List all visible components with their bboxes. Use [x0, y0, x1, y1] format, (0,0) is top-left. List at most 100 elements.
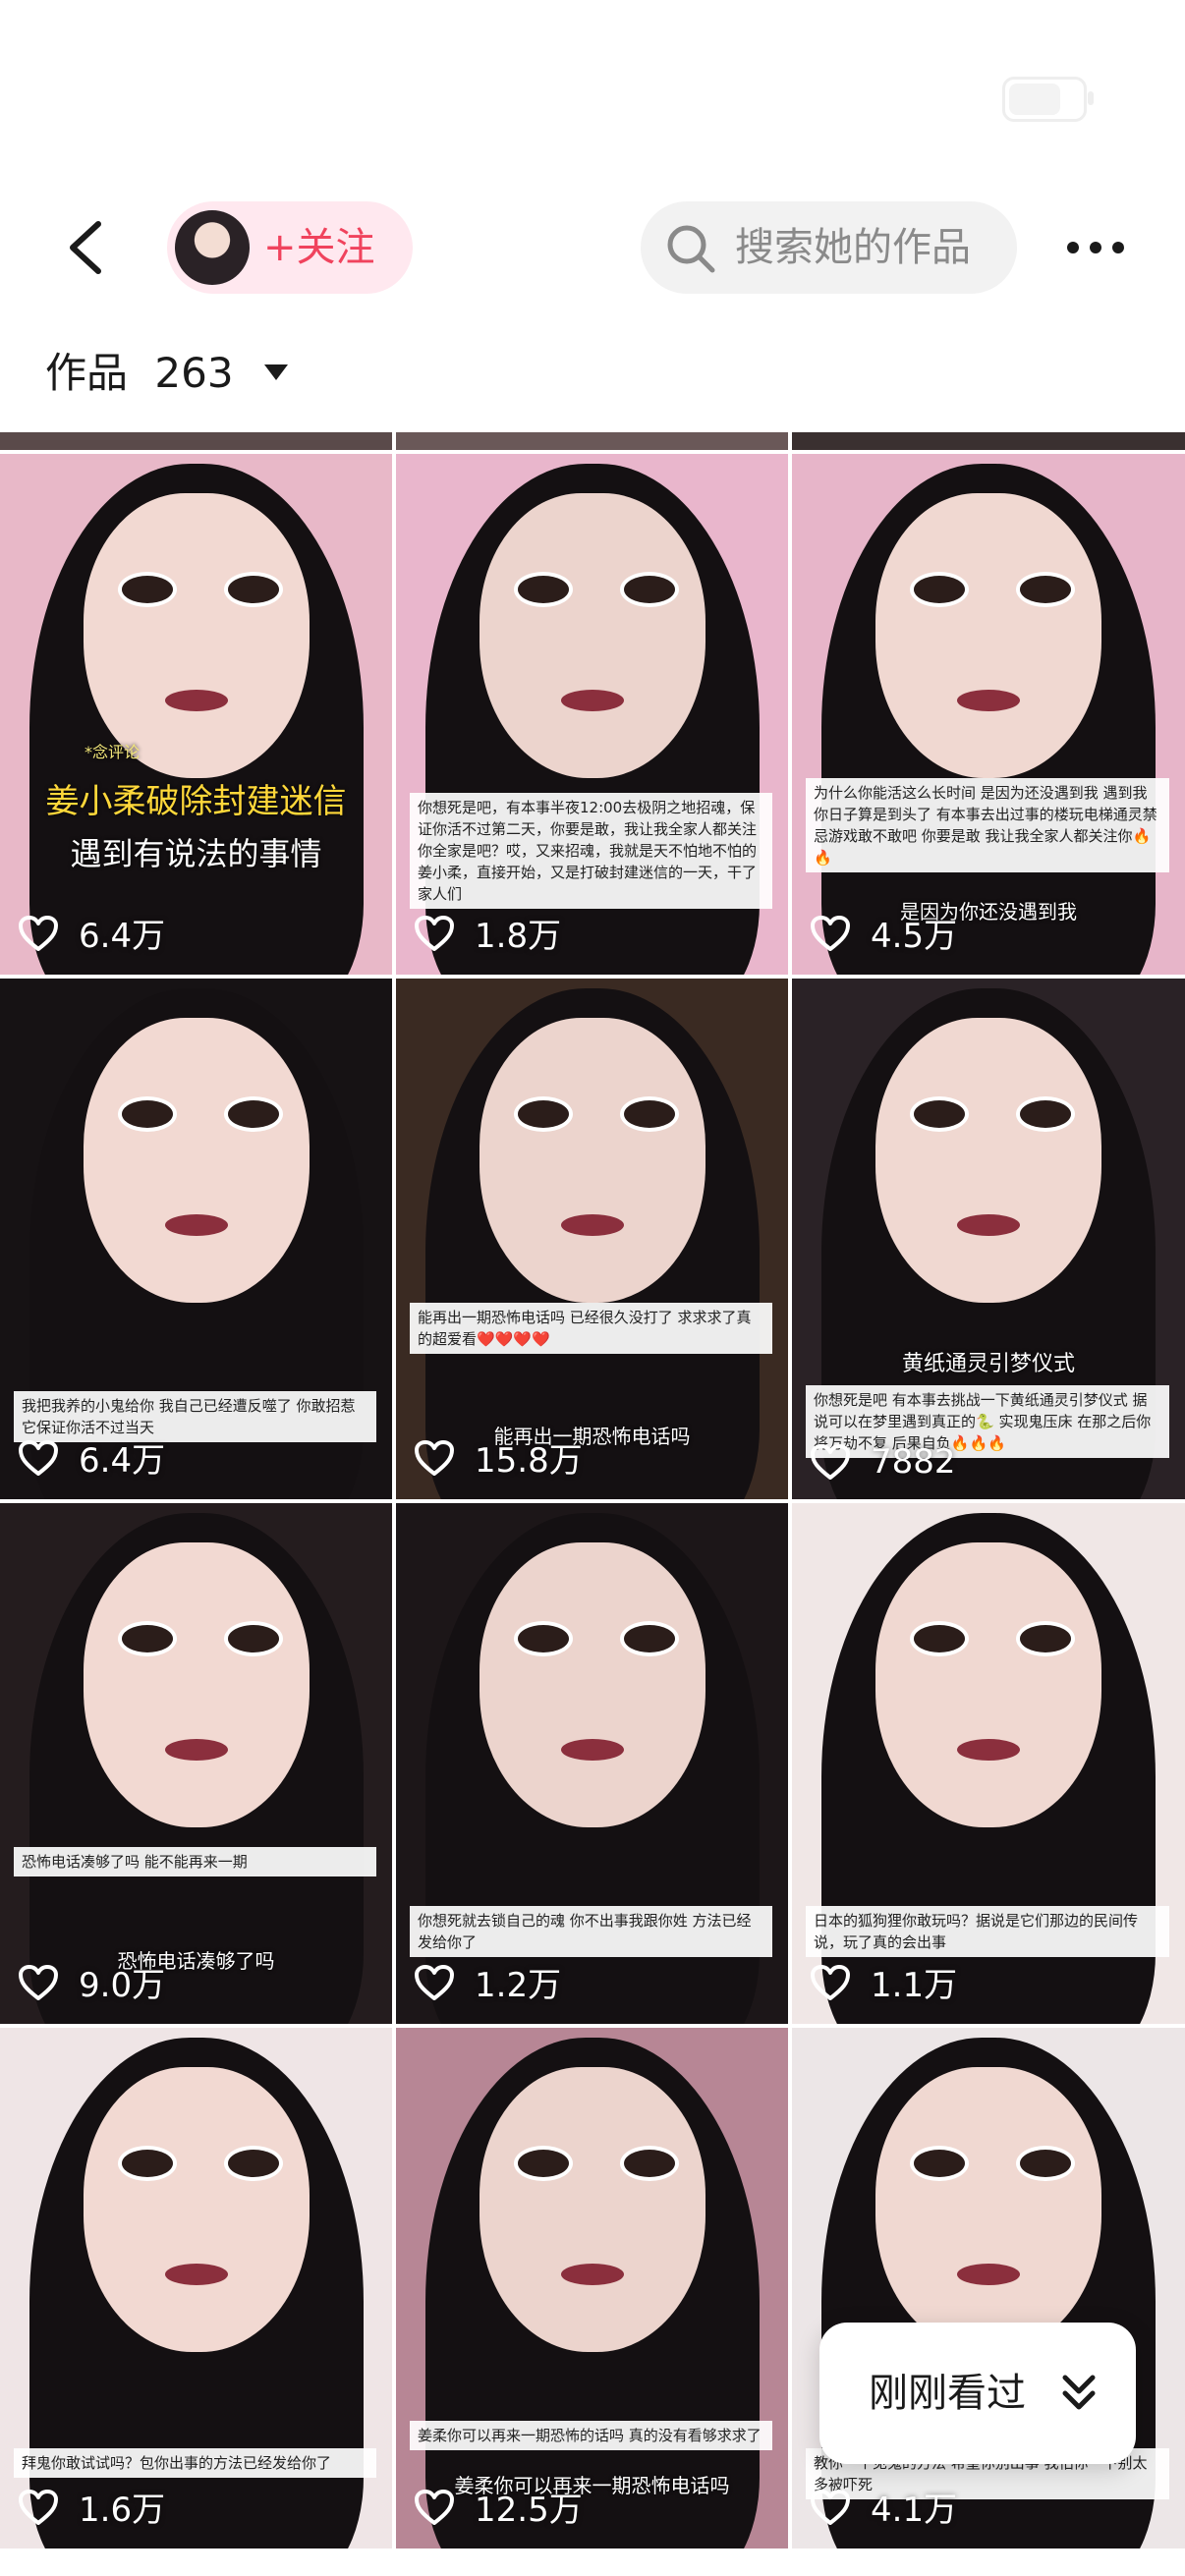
works-grid: *念评论姜小柔破除封建迷信 遇到有说法的事情 6.4万 你想死是吧，有本事半夜12:0… — [0, 432, 1185, 2576]
works-count: 263 — [154, 349, 234, 397]
works-label: 作品 — [45, 349, 129, 397]
heart-icon — [415, 1439, 454, 1476]
like-count-value: 4.5万 — [871, 917, 958, 956]
back-button[interactable] — [59, 218, 118, 277]
caption-text: 拜鬼你敢试试吗？包你出事的方法已经发给你了 — [14, 2448, 376, 2478]
thumbnail-lips — [560, 690, 624, 711]
thumbnail-face — [479, 2067, 705, 2352]
thumbnail-eye — [117, 1621, 177, 1656]
thumbnail-face — [479, 493, 705, 778]
work-tile[interactable]: 你想死是吧，有本事半夜12:00去极阴之地招魂，保证你活不过第二天，你要是敢，我… — [396, 454, 788, 975]
thumbnail-eye — [910, 1096, 969, 1132]
thumbnail-face — [83, 493, 310, 778]
grid-partial-row — [792, 432, 1185, 450]
heart-icon — [811, 1964, 850, 2000]
work-tile[interactable]: 拜鬼你敢试试吗？包你出事的方法已经发给你了 1.6万 — [0, 2028, 392, 2548]
like-count-value: 9.0万 — [79, 1966, 166, 2005]
thumbnail-eye — [910, 2146, 969, 2181]
thumbnail-face — [83, 1542, 310, 1827]
thumbnail-lips — [957, 1214, 1020, 1236]
thumbnail-lips — [560, 1739, 624, 1761]
like-count: 12.5万 — [414, 2483, 583, 2531]
thumbnail-eye — [117, 1096, 177, 1132]
caption-subtitle: 遇到有说法的事情 — [70, 835, 322, 872]
thumbnail-eye — [513, 2146, 573, 2181]
heart-icon — [19, 2489, 58, 2525]
like-count: 1.6万 — [18, 2483, 165, 2531]
thumbnail-eye — [619, 1096, 679, 1132]
search-placeholder[interactable]: 搜索她的作品 — [735, 218, 971, 277]
caption-title: 姜小柔破除封建迷信 — [45, 782, 347, 821]
like-count: 7882 — [810, 1442, 956, 1482]
like-count-value: 1.6万 — [79, 2491, 166, 2530]
like-count-value: 6.4万 — [79, 1441, 166, 1481]
heart-icon — [19, 1439, 58, 1476]
like-count-value: 12.5万 — [475, 2491, 583, 2530]
caret-down-icon — [263, 364, 288, 380]
thumbnail-face — [83, 1018, 310, 1303]
thumbnail-eye — [619, 2146, 679, 2181]
work-tile[interactable]: 你想死就去锁自己的魂 你不出事我跟你姓 方法已经发给你了 1.2万 — [396, 1503, 788, 2024]
work-tile[interactable]: 恐怖电话凑够了吗 能不能再来一期 恐怖电话凑够了吗 9.0万 — [0, 1503, 392, 2024]
thumbnail-lips — [957, 1739, 1020, 1761]
thumbnail-face — [875, 2067, 1101, 2352]
thumbnail-lips — [560, 1214, 624, 1236]
like-count: 6.4万 — [18, 1433, 165, 1482]
thumbnail-face — [479, 1018, 705, 1303]
thumbnail-lips — [560, 2264, 624, 2285]
thumbnail-eye — [117, 572, 177, 607]
work-tile[interactable]: 为什么你能活这么长时间 是因为还没遇到我 遇到我你日子算是到头了 有本事去出过事… — [792, 454, 1185, 975]
thumbnail-eye — [223, 2146, 283, 2181]
like-count: 9.0万 — [18, 1958, 165, 2006]
heart-icon — [415, 2489, 454, 2525]
work-tile[interactable]: 教你一个见鬼的方法 希望你别出事 我怕你一下别太多被吓死4.1万 — [792, 2028, 1185, 2548]
like-count: 15.8万 — [414, 1433, 583, 1482]
thumbnail-eye — [223, 1096, 283, 1132]
heart-icon — [415, 915, 454, 951]
battery-icon — [1002, 77, 1094, 122]
avatar[interactable] — [175, 210, 250, 285]
follow-label[interactable]: +关注 — [263, 218, 375, 277]
work-tile[interactable]: 能再出一期恐怖电话吗 已经很久没打了 求求求了真的超爱看❤️❤️❤️❤️ 能再出一… — [396, 979, 788, 1499]
like-count-value: 4.1万 — [871, 2491, 958, 2530]
like-count-value: 6.4万 — [79, 917, 166, 956]
caption-small: *念评论 — [85, 743, 141, 761]
caption-text: 恐怖电话凑够了吗 能不能再来一期 — [14, 1847, 376, 1876]
thumbnail-lips — [957, 2264, 1020, 2285]
thumbnail-eye — [223, 1621, 283, 1656]
heart-icon — [811, 2489, 850, 2525]
thumbnail-lips — [957, 690, 1020, 711]
thumbnail-lips — [164, 1214, 228, 1236]
recently-viewed-label[interactable]: 刚刚看过 — [869, 2362, 1026, 2425]
thumbnail-lips — [164, 2264, 228, 2285]
like-count: 4.1万 — [810, 2483, 957, 2531]
caption-text: 姜柔你可以再来一期恐怖的话吗 真的没有看够求求了 — [410, 2421, 772, 2450]
thumbnail-eye — [223, 572, 283, 607]
thumbnail-eye — [619, 572, 679, 607]
heart-icon — [811, 915, 850, 951]
like-count-value: 1.2万 — [475, 1966, 562, 2005]
work-tile[interactable]: 我把我养的小鬼给你 我自己已经遭反噬了 你敢招惹它保证你活不过当天 6.4万 — [0, 979, 392, 1499]
thumbnail-eye — [910, 1621, 969, 1656]
thumbnail-eye — [1016, 2146, 1075, 2181]
heart-icon — [19, 915, 58, 951]
more-button[interactable] — [1061, 226, 1130, 269]
thumbnail-face — [875, 1542, 1101, 1827]
thumbnail-eye — [1016, 1096, 1075, 1132]
work-tile[interactable]: 黄纸通灵引梦仪式 你想死是吧 有本事去挑战一下黄纸通灵引梦仪式 据说可以在梦里遇到… — [792, 979, 1185, 1499]
thumbnail-eye — [513, 1621, 573, 1656]
caption-text: 能再出一期恐怖电话吗 已经很久没打了 求求求了真的超爱看❤️❤️❤️❤️ — [410, 1303, 772, 1354]
status-bar — [0, 0, 1185, 187]
work-tile[interactable]: 姜柔你可以再来一期恐怖的话吗 真的没有看够求求了 姜柔你可以再来一期恐怖电话吗 12… — [396, 2028, 788, 2548]
thumbnail-eye — [513, 572, 573, 607]
thumbnail-eye — [1016, 572, 1075, 607]
work-tile[interactable]: *念评论姜小柔破除封建迷信 遇到有说法的事情 6.4万 — [0, 454, 392, 975]
works-filter[interactable]: 作品 263 — [45, 342, 288, 405]
like-count-value: 1.1万 — [871, 1966, 958, 2005]
more-icon — [1067, 242, 1124, 253]
work-tile[interactable]: 日本的狐狗狸你敢玩吗？据说是它们那边的民间传说，玩了真的会出事 1.1万 — [792, 1503, 1185, 2024]
thumbnail-lips — [164, 690, 228, 711]
thumbnail-eye — [117, 2146, 177, 2181]
thumbnail-face — [875, 1018, 1101, 1303]
heart-icon — [19, 1964, 58, 2000]
